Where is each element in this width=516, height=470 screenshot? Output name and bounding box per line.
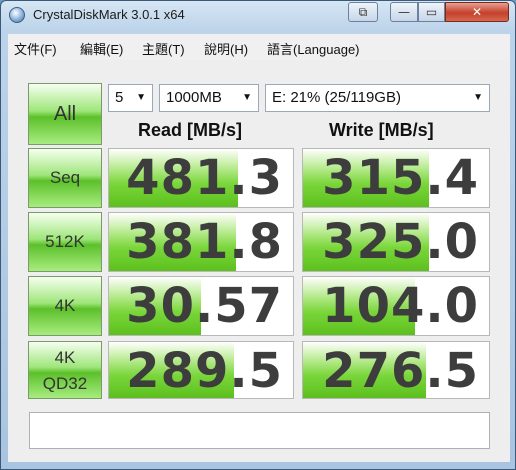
result-seq-write: 315.4 — [302, 148, 490, 208]
screenshot-icon: ⧉ — [358, 5, 368, 19]
result-value: 315.4 — [322, 150, 479, 206]
window-title: CrystalDiskMark 3.0.1 x64 — [33, 7, 185, 22]
test-count-value: 5 — [115, 89, 124, 106]
maximize-button[interactable]: ▭ — [418, 2, 445, 22]
menu-bar: 文件(F) 編輯(E) 主題(T) 說明(H) 語言(Language) — [8, 34, 510, 61]
result-value: 481.3 — [126, 150, 283, 206]
result-4k-read: 30.57 — [108, 276, 294, 336]
test-count-select[interactable]: 5 ▼ — [108, 84, 153, 112]
test-4k-qd32-button[interactable]: 4K QD32 — [28, 341, 102, 399]
menu-language[interactable]: 語言(Language) — [267, 39, 360, 58]
result-512k-write: 325.0 — [302, 212, 490, 272]
minimize-icon: — — [398, 5, 410, 19]
result-value: 30.57 — [126, 278, 283, 334]
chevron-down-icon: ▼ — [136, 92, 146, 103]
result-value: 289.5 — [126, 343, 283, 399]
drive-select[interactable]: E: 21% (25/119GB) ▼ — [265, 84, 490, 112]
close-button[interactable]: ✕ — [445, 2, 509, 22]
menu-edit[interactable]: 編輯(E) — [80, 39, 123, 58]
result-4k-qd32-write: 276.5 — [302, 341, 490, 399]
chevron-down-icon: ▼ — [242, 92, 252, 103]
test-size-select[interactable]: 1000MB ▼ — [159, 84, 259, 112]
result-4k-qd32-read: 289.5 — [108, 341, 294, 399]
result-value: 276.5 — [322, 343, 479, 399]
close-icon: ✕ — [471, 5, 483, 19]
menu-help[interactable]: 說明(H) — [204, 39, 248, 58]
chevron-down-icon: ▼ — [473, 92, 483, 103]
menu-file[interactable]: 文件(F) — [14, 39, 57, 58]
app-window: CrystalDiskMark 3.0.1 x64 ⧉ — ▭ ✕ 文件(F) … — [0, 0, 516, 470]
app-disk-icon — [9, 7, 25, 23]
minimize-button[interactable]: — — [390, 2, 418, 22]
test-512k-button[interactable]: 512K — [28, 212, 102, 272]
result-seq-read: 481.3 — [108, 148, 294, 208]
test-seq-button[interactable]: Seq — [28, 148, 102, 208]
result-512k-read: 381.8 — [108, 212, 294, 272]
result-4k-write: 104.0 — [302, 276, 490, 336]
write-column-header: Write [MB/s] — [329, 120, 434, 140]
all-button[interactable]: All — [28, 83, 102, 145]
result-value: 325.0 — [322, 214, 479, 270]
drive-value: E: 21% (25/119GB) — [272, 89, 401, 106]
read-column-header: Read [MB/s] — [138, 120, 243, 140]
title-bar[interactable]: CrystalDiskMark 3.0.1 x64 ⧉ — ▭ ✕ — [1, 1, 515, 31]
status-bar — [29, 412, 490, 449]
menu-theme[interactable]: 主題(T) — [142, 39, 185, 58]
screenshot-button[interactable]: ⧉ — [348, 2, 378, 22]
test-4k-button[interactable]: 4K — [28, 276, 102, 336]
result-value: 104.0 — [322, 278, 479, 334]
maximize-icon: ▭ — [425, 5, 438, 19]
result-value: 381.8 — [126, 214, 283, 270]
test-size-value: 1000MB — [166, 89, 222, 106]
